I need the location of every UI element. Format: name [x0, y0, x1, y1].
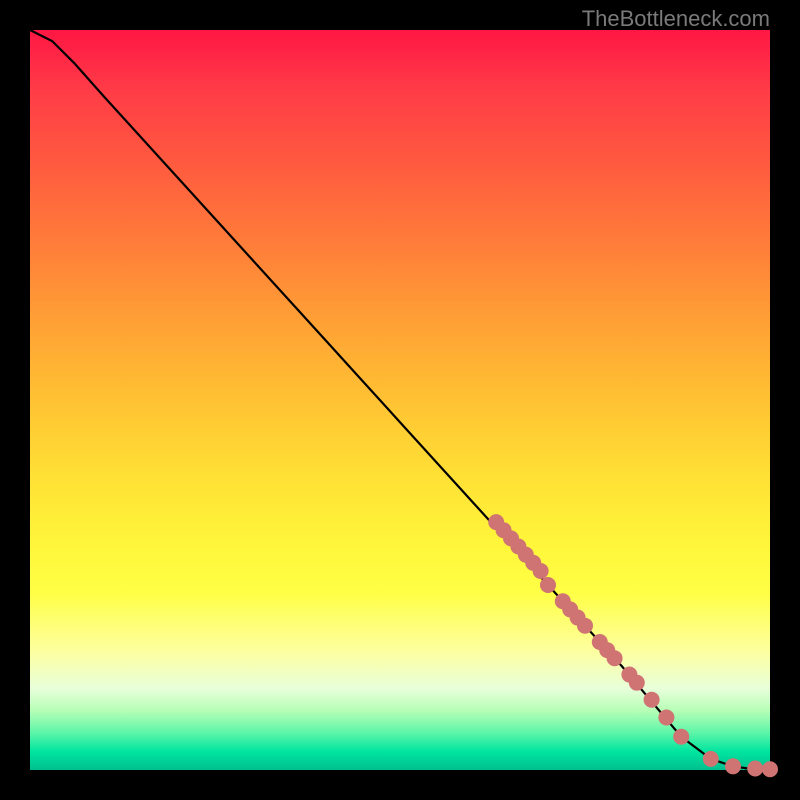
- marker-dot: [533, 563, 549, 579]
- marker-dot: [644, 692, 660, 708]
- chart-container: TheBottleneck.com: [0, 0, 800, 800]
- watermark-text: TheBottleneck.com: [582, 6, 770, 32]
- marker-dot: [703, 751, 719, 767]
- marker-dot: [747, 761, 763, 777]
- marker-dot: [577, 618, 593, 634]
- marker-dot: [762, 761, 778, 777]
- markers-group: [488, 514, 778, 777]
- marker-dot: [540, 577, 556, 593]
- curve-svg: [30, 30, 770, 770]
- marker-dot: [658, 709, 674, 725]
- plot-area: [30, 30, 770, 770]
- marker-dot: [673, 729, 689, 745]
- marker-dot: [629, 675, 645, 691]
- curve-line: [30, 30, 770, 769]
- marker-dot: [725, 758, 741, 774]
- marker-dot: [607, 650, 623, 666]
